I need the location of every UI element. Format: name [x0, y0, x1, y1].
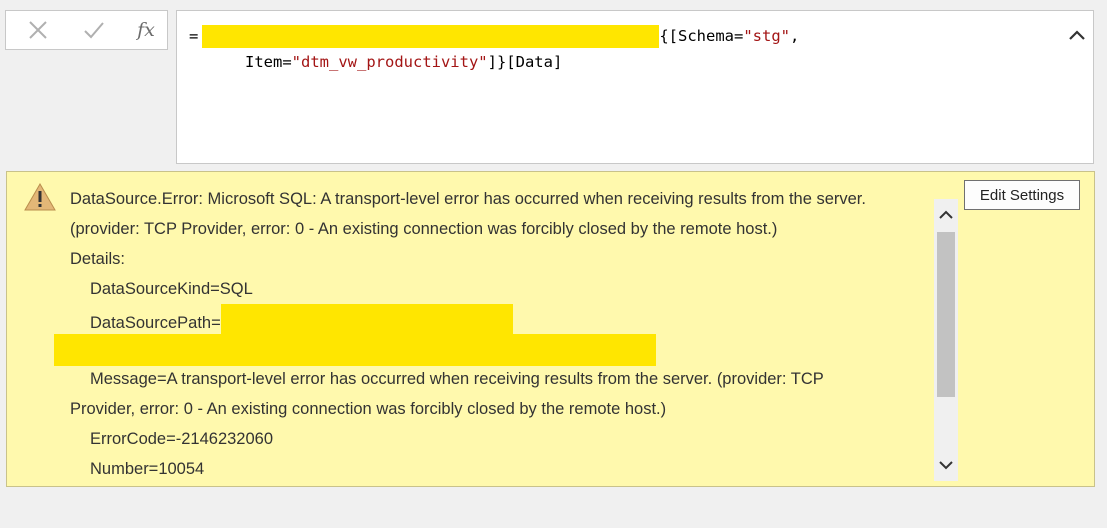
error-detail-number: Number=10054 [90, 460, 205, 478]
formula-bar-controls: fx [5, 10, 168, 50]
error-line: (provider: TCP Provider, error: 0 - An e… [70, 220, 778, 238]
error-detail-message: Message=A transport-level error has occu… [90, 370, 824, 388]
error-detail-path-cont [54, 334, 935, 366]
formula-schema-value: "stg" [743, 27, 791, 45]
error-detail-path: DataSourcePath= [70, 304, 935, 337]
error-detail-kind: DataSourceKind=SQL [90, 280, 253, 298]
formula-schema-key: {[Schema= [659, 27, 744, 45]
error-details-heading: Details: [70, 250, 126, 268]
error-detail-errorcode: ErrorCode=-2146232060 [90, 430, 274, 448]
chevron-up-icon [939, 210, 953, 219]
scroll-down-button[interactable] [934, 453, 958, 477]
error-line: DataSource.Error: Microsoft SQL: A trans… [70, 190, 866, 208]
redacted-source [202, 25, 660, 48]
error-detail-path-label: DataSourcePath= [90, 314, 221, 332]
error-message: DataSource.Error: Microsoft SQL: A trans… [54, 184, 935, 484]
formula-text[interactable]: = {[Schema="stg", Item="dtm_vw_productivi… [189, 23, 799, 75]
formula-item-key: Item= [245, 53, 292, 71]
edit-settings-button[interactable]: Edit Settings [964, 180, 1080, 210]
chevron-down-icon [939, 461, 953, 470]
chevron-up-icon [1069, 30, 1085, 40]
formula-prefix: = [189, 27, 199, 45]
cancel-formula-button[interactable] [20, 11, 56, 49]
warning-triangle-icon [24, 182, 56, 211]
formula-line2-indent [226, 53, 245, 71]
scroll-thumb[interactable] [937, 232, 955, 397]
scroll-up-button[interactable] [934, 203, 958, 227]
formula-editor[interactable]: = {[Schema="stg", Item="dtm_vw_productivi… [176, 10, 1094, 164]
redacted-path [220, 304, 513, 337]
checkmark-icon [84, 22, 104, 39]
error-detail-message-cont: Provider, error: 0 - An existing connect… [70, 400, 667, 418]
redacted-path-continued [54, 334, 656, 366]
formula-data-suffix: ]}[Data] [487, 53, 563, 71]
error-scrollbar[interactable] [934, 199, 958, 481]
commit-formula-button[interactable] [76, 11, 112, 49]
x-icon [29, 21, 47, 39]
formula-item-value: "dtm_vw_productivity" [291, 53, 488, 71]
formula-comma: , [790, 27, 800, 45]
collapse-formula-button[interactable] [1065, 23, 1089, 47]
fx-insert-function-button[interactable]: fx [126, 11, 166, 49]
error-panel: DataSource.Error: Microsoft SQL: A trans… [6, 171, 1095, 487]
